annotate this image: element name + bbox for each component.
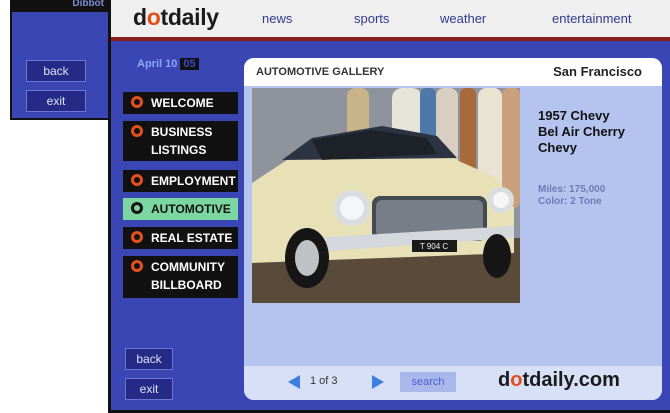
background-back-button[interactable]: back <box>26 60 86 82</box>
top-header: dotdaily news sports weather entertainme… <box>111 0 670 37</box>
logo-text-end: tdaily <box>160 4 220 30</box>
back-button[interactable]: back <box>125 348 173 370</box>
menu-bullet-icon <box>131 96 143 108</box>
menu-item-automotive[interactable]: AUTOMOTIVE <box>123 198 238 220</box>
menu-bullet-icon <box>131 202 143 214</box>
footer-logo-end: tdaily.com <box>522 369 620 391</box>
exit-button[interactable]: exit <box>125 378 173 400</box>
menu-item-label: WELCOME <box>151 96 214 110</box>
logo-text-start: d <box>133 4 147 30</box>
footer-logo-start: d <box>498 369 511 391</box>
menu-item-label-line2: LISTINGS <box>151 143 207 157</box>
license-plate-text: T 904 C <box>420 242 449 251</box>
menu-item-real-estate[interactable]: REAL ESTATE <box>123 227 238 249</box>
nav-entertainment[interactable]: entertainment <box>552 11 632 26</box>
car-photo-illustration: T 904 C <box>252 88 520 303</box>
nav-news[interactable]: news <box>262 11 292 26</box>
city-label: San Francisco <box>553 64 642 79</box>
car-title-line: Chevy <box>538 140 578 155</box>
gallery-panel: AUTOMOTIVE GALLERY San Francisco T 904 C… <box>244 58 662 400</box>
logo-text-o: o <box>146 4 161 30</box>
next-arrow-icon[interactable] <box>372 375 384 389</box>
search-button[interactable]: search <box>400 372 456 392</box>
main-window: dotdaily news sports weather entertainme… <box>108 0 670 413</box>
nav-weather[interactable]: weather <box>440 11 486 26</box>
dotdaily-logo[interactable]: dotdaily <box>133 4 219 31</box>
nav-sports[interactable]: sports <box>354 11 389 26</box>
gallery-footer: 1 of 3 search dotdaily.com <box>244 366 662 400</box>
previous-arrow-icon[interactable] <box>288 375 300 389</box>
menu-item-community-billboard[interactable]: COMMUNITY BILLBOARD <box>123 256 238 298</box>
menu-bullet-icon <box>131 231 143 243</box>
menu-item-label-line2: BILLBOARD <box>151 278 222 292</box>
menu-item-label: EMPLOYMENT <box>151 174 236 188</box>
date-text: April 10 <box>137 58 178 70</box>
footer-logo-o: o <box>510 369 523 391</box>
page-indicator: 1 of 3 <box>310 375 338 387</box>
gallery-label: AUTOMOTIVE GALLERY <box>256 66 385 78</box>
menu-item-label: REAL ESTATE <box>151 231 233 245</box>
background-window: Dibbot back exit <box>10 0 114 120</box>
menu-item-label: BUSINESS <box>151 125 213 139</box>
date-year: 05 <box>180 58 199 70</box>
menu-item-business-listings[interactable]: BUSINESS LISTINGS <box>123 121 238 161</box>
menu-bullet-icon <box>131 125 143 137</box>
car-title: 1957 Chevy Bel Air Cherry Chevy <box>538 108 625 156</box>
gallery-header: AUTOMOTIVE GALLERY San Francisco <box>244 58 662 86</box>
menu-bullet-icon <box>131 174 143 186</box>
date-label: April 10 05 <box>137 58 199 70</box>
car-title-line: Bel Air Cherry <box>538 124 625 139</box>
car-title-line: 1957 Chevy <box>538 108 610 123</box>
background-window-title: Dibbot <box>72 0 104 9</box>
car-details: Miles: 175,000 Color: 2 Tone <box>538 184 605 208</box>
menu-item-employment[interactable]: EMPLOYMENT <box>123 170 238 192</box>
background-window-header: Dibbot <box>12 0 112 12</box>
car-miles: Miles: 175,000 <box>538 184 606 195</box>
menu-item-label: COMMUNITY <box>151 260 225 274</box>
menu-item-label: AUTOMOTIVE <box>151 202 231 216</box>
car-color: Color: 2 Tone <box>538 196 602 207</box>
background-exit-button[interactable]: exit <box>26 90 86 112</box>
menu-item-welcome[interactable]: WELCOME <box>123 92 238 114</box>
header-divider <box>111 37 670 41</box>
car-photo: T 904 C <box>252 88 520 303</box>
dotdaily-com-logo: dotdaily.com <box>498 369 620 392</box>
menu-bullet-icon <box>131 260 143 272</box>
